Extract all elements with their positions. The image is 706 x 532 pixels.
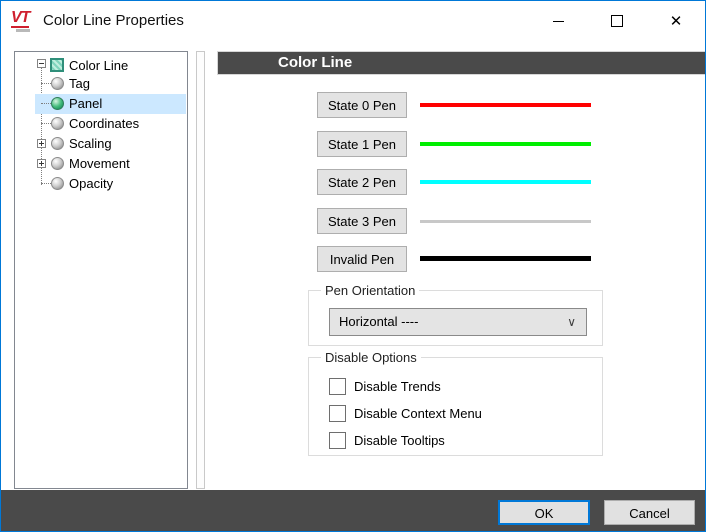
pen-orientation-select[interactable]: Horizontal ---- ∨ — [329, 308, 587, 336]
tag-node-icon — [51, 77, 64, 90]
state-1-pen-sample — [420, 142, 591, 146]
pen-row-state2: State 2 Pen — [317, 169, 693, 195]
state-0-pen-button[interactable]: State 0 Pen — [317, 92, 407, 118]
tree-item-label: Panel — [69, 94, 102, 114]
expand-icon[interactable] — [37, 139, 46, 148]
ok-button[interactable]: OK — [498, 500, 590, 525]
tree-branch-line — [41, 123, 51, 124]
close-icon: ✕ — [670, 14, 683, 29]
state-2-pen-button[interactable]: State 2 Pen — [317, 169, 407, 195]
tree-item-coordinates[interactable]: Coordinates — [15, 114, 186, 134]
window-title: Color Line Properties — [43, 12, 184, 29]
pen-row-state0: State 0 Pen — [317, 92, 693, 118]
invalid-pen-button[interactable]: Invalid Pen — [317, 246, 407, 272]
pen-row-invalid: Invalid Pen — [317, 246, 693, 272]
state-2-pen-sample — [420, 180, 591, 184]
state-0-pen-sample — [420, 103, 591, 107]
tree-item-scaling[interactable]: Scaling — [15, 134, 186, 154]
scaling-node-icon — [51, 137, 64, 150]
expand-icon[interactable] — [37, 159, 46, 168]
panel-node-icon — [51, 97, 64, 110]
minimize-icon — [553, 21, 564, 22]
titlebar[interactable]: VT Color Line Properties ✕ — [1, 1, 705, 41]
tree-item-label: Tag — [69, 74, 90, 94]
tree-item-label: Movement — [69, 154, 130, 174]
tree-item-panel[interactable]: Panel — [35, 94, 186, 114]
disable-tooltips-label: Disable Tooltips — [354, 432, 445, 450]
tree-branch-line — [41, 103, 51, 104]
invalid-pen-sample — [420, 256, 591, 261]
property-tree: Color Line Tag Panel Coordinates Scaling… — [14, 51, 188, 489]
logo-text: VT — [11, 9, 29, 28]
disable-trends-label: Disable Trends — [354, 378, 441, 396]
disable-context-menu-checkbox[interactable] — [329, 405, 346, 422]
tree-item-tag[interactable]: Tag — [15, 74, 186, 94]
coordinates-node-icon — [51, 117, 64, 130]
state-3-pen-button[interactable]: State 3 Pen — [317, 208, 407, 234]
cancel-button[interactable]: Cancel — [604, 500, 695, 525]
opacity-node-icon — [51, 177, 64, 190]
tree-branch-line — [41, 83, 51, 84]
tree-item-label: Coordinates — [69, 114, 139, 134]
pen-orientation-value: Horizontal ---- — [339, 314, 418, 329]
tree-item-label: Opacity — [69, 174, 113, 194]
panel-splitter[interactable] — [196, 51, 205, 489]
disable-options-group-label: Disable Options — [321, 350, 421, 365]
color-line-properties-dialog: VT Color Line Properties ✕ Color Line Ta… — [0, 0, 706, 532]
tree-item-movement[interactable]: Movement — [15, 154, 186, 174]
color-line-widget-icon — [50, 58, 64, 72]
maximize-icon — [611, 15, 623, 27]
pen-row-state1: State 1 Pen — [317, 131, 693, 157]
vtscada-logo-icon: VT — [11, 9, 37, 33]
chevron-down-icon: ∨ — [567, 309, 576, 335]
movement-node-icon — [51, 157, 64, 170]
tree-root-label: Color Line — [69, 56, 128, 76]
tree-item-opacity[interactable]: Opacity — [15, 174, 186, 194]
collapse-icon[interactable] — [37, 59, 46, 68]
tree-branch-line — [41, 183, 51, 184]
pen-orientation-group: Pen Orientation Horizontal ---- ∨ — [308, 290, 603, 346]
minimize-button[interactable] — [535, 1, 581, 41]
disable-context-menu-label: Disable Context Menu — [354, 405, 482, 423]
dialog-footer: OK Cancel — [1, 490, 705, 531]
logo-underline — [16, 29, 30, 32]
tree-item-label: Scaling — [69, 134, 112, 154]
close-button[interactable]: ✕ — [653, 1, 699, 41]
panel-section-header: Color Line — [217, 51, 706, 75]
disable-options-group: Disable Options Disable Trends Disable C… — [308, 357, 603, 456]
maximize-button[interactable] — [594, 1, 640, 41]
disable-trends-checkbox[interactable] — [329, 378, 346, 395]
state-3-pen-sample — [420, 220, 591, 223]
disable-tooltips-checkbox[interactable] — [329, 432, 346, 449]
pen-row-state3: State 3 Pen — [317, 208, 693, 234]
tree-root-color-line[interactable]: Color Line — [15, 56, 186, 76]
pen-orientation-group-label: Pen Orientation — [321, 283, 419, 298]
state-1-pen-button[interactable]: State 1 Pen — [317, 131, 407, 157]
